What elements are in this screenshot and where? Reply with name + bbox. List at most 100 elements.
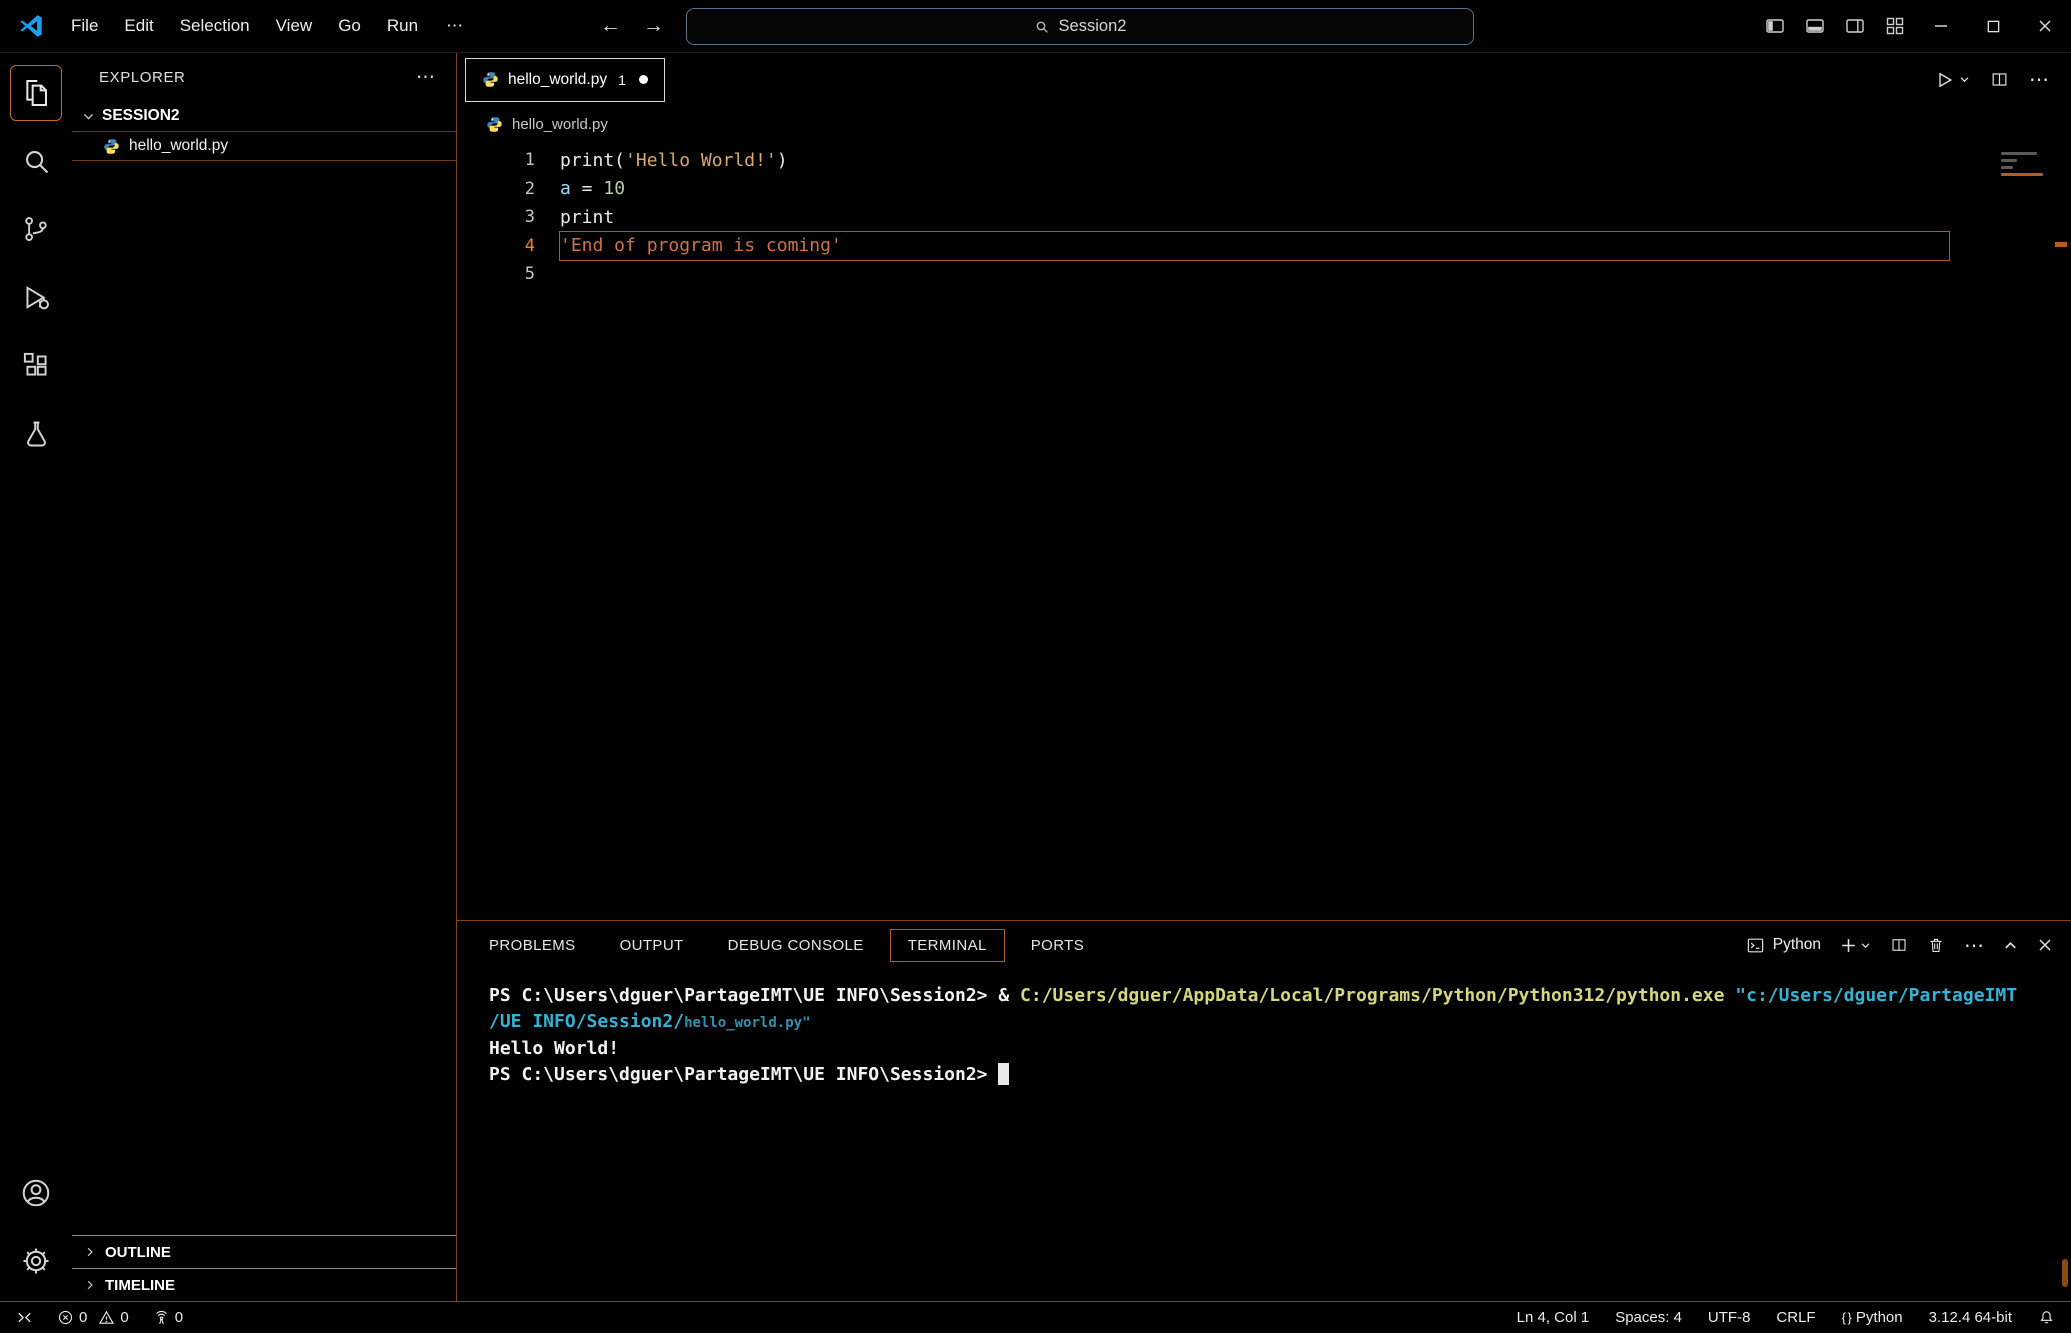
maximize-button[interactable] xyxy=(1967,0,2019,52)
command-center[interactable]: Session2 xyxy=(686,8,1474,45)
chevron-right-icon xyxy=(84,1279,96,1291)
broadcast-icon xyxy=(153,1309,170,1326)
run-python-file-button[interactable] xyxy=(1935,70,1970,90)
modified-dot-icon[interactable] xyxy=(639,75,648,84)
close-icon xyxy=(2037,937,2053,953)
minimize-button[interactable] xyxy=(1915,0,1967,52)
terminal-scrollbar[interactable] xyxy=(2062,1259,2068,1287)
indentation[interactable]: Spaces: 4 xyxy=(1615,1309,1682,1326)
folder-name: SESSION2 xyxy=(102,107,180,125)
maximize-panel-button[interactable] xyxy=(2003,938,2018,953)
bottom-panel: PROBLEMSOUTPUTDEBUG CONSOLETERMINALPORTS… xyxy=(457,920,2071,1301)
terminal-line: PS C:\Users\dguer\PartageIMT\UE INFO\Ses… xyxy=(489,1062,2059,1088)
line-number: 5 xyxy=(457,264,537,284)
file-item-hello-world[interactable]: hello_world.py xyxy=(72,131,456,161)
status-bar: 0 0 0 Ln 4, Col 1 Spaces: 4 UTF-8 CRLF {… xyxy=(0,1301,2071,1333)
python-file-icon xyxy=(482,71,499,88)
menu-view[interactable]: View xyxy=(263,10,326,42)
panel-tab-ports[interactable]: PORTS xyxy=(1013,929,1102,962)
code-editor[interactable]: 1print('Hello World!')2a = 103print4'End… xyxy=(457,142,2071,920)
activity-extensions-icon[interactable] xyxy=(10,337,62,393)
activity-source-control-icon[interactable] xyxy=(10,201,62,257)
code-line-content[interactable]: print('Hello World!') xyxy=(560,146,1949,175)
problems-indicator[interactable]: 0 0 xyxy=(57,1309,129,1326)
activity-run-debug-icon[interactable] xyxy=(10,269,62,325)
menu-file[interactable]: File xyxy=(58,10,111,42)
outline-section-header[interactable]: OUTLINE xyxy=(72,1235,456,1268)
explorer-title: EXPLORER xyxy=(99,69,186,86)
menu-go[interactable]: Go xyxy=(325,10,374,42)
terminal-line: Hello World! xyxy=(489,1036,2059,1062)
terminal-icon xyxy=(1746,936,1765,955)
close-panel-button[interactable] xyxy=(2037,937,2053,953)
bell-icon xyxy=(2038,1309,2055,1326)
terminal-line: PS C:\Users\dguer\PartageIMT\UE INFO\Ses… xyxy=(489,983,2059,1009)
new-terminal-button[interactable] xyxy=(1840,937,1871,954)
forward-button[interactable]: → xyxy=(643,14,664,38)
cursor-position[interactable]: Ln 4, Col 1 xyxy=(1517,1309,1590,1326)
menu-run[interactable]: Run xyxy=(374,10,431,42)
tab-error-badge: 1 xyxy=(618,72,626,88)
panel-tab-debug-console[interactable]: DEBUG CONSOLE xyxy=(710,929,882,962)
back-button[interactable]: ← xyxy=(600,14,621,38)
command-center-label: Session2 xyxy=(1059,17,1127,36)
activity-explorer-icon[interactable] xyxy=(10,65,62,121)
panel-more-actions-icon[interactable]: ⋯ xyxy=(1964,933,1984,958)
split-editor-button[interactable] xyxy=(1990,70,2009,89)
eol-sequence[interactable]: CRLF xyxy=(1776,1309,1815,1326)
toggle-sidebar-icon[interactable] xyxy=(1755,0,1795,52)
workbench: EXPLORER ⋯ SESSION2 hello_world.py OUTLI… xyxy=(0,53,2071,1301)
broadcast-count: 0 xyxy=(175,1309,183,1326)
terminal-profile[interactable]: Python xyxy=(1746,936,1821,955)
notifications-bell[interactable] xyxy=(2038,1309,2055,1326)
close-window-button[interactable] xyxy=(2019,0,2071,52)
panel-tab-problems[interactable]: PROBLEMS xyxy=(471,929,594,962)
split-terminal-button[interactable] xyxy=(1890,936,1908,954)
warning-icon xyxy=(98,1309,115,1326)
accounts-icon[interactable] xyxy=(10,1165,62,1221)
language-mode[interactable]: { } Python xyxy=(1842,1309,1903,1326)
timeline-section-header[interactable]: TIMELINE xyxy=(72,1268,456,1301)
remote-indicator[interactable] xyxy=(16,1309,33,1326)
breadcrumb[interactable]: hello_world.py xyxy=(457,106,2071,142)
warning-count: 0 xyxy=(120,1309,128,1326)
code-line-content[interactable]: print xyxy=(560,203,1949,232)
minimap[interactable] xyxy=(2001,152,2045,176)
status-left: 0 0 0 xyxy=(16,1309,183,1326)
code-line: 2a = 10 xyxy=(457,175,2071,204)
toggle-secondary-sidebar-icon[interactable] xyxy=(1835,0,1875,52)
encoding[interactable]: UTF-8 xyxy=(1708,1309,1751,1326)
code-line: 1 print('Hello World!') xyxy=(457,146,2071,175)
code-line: 5 xyxy=(457,260,2071,289)
settings-gear-icon[interactable] xyxy=(10,1233,62,1289)
kill-terminal-button[interactable] xyxy=(1927,936,1945,954)
panel-tab-output[interactable]: OUTPUT xyxy=(602,929,702,962)
terminal-output[interactable]: PS C:\Users\dguer\PartageIMT\UE INFO\Ses… xyxy=(457,969,2071,1301)
explorer-more-actions-icon[interactable]: ⋯ xyxy=(416,66,436,89)
status-right: Ln 4, Col 1 Spaces: 4 UTF-8 CRLF { } Pyt… xyxy=(1517,1309,2055,1326)
editor-more-actions-icon[interactable]: ⋯ xyxy=(2029,67,2049,92)
panel-tab-terminal[interactable]: TERMINAL xyxy=(890,929,1005,962)
file-name: hello_world.py xyxy=(129,137,228,155)
code-line-content[interactable]: 'End of program is coming' xyxy=(560,232,1949,261)
code-line-content[interactable]: a = 10 xyxy=(560,175,1949,204)
folder-section-header[interactable]: SESSION2 xyxy=(72,101,456,131)
tab-hello-world[interactable]: hello_world.py 1 xyxy=(465,58,665,102)
customize-layout-icon[interactable] xyxy=(1875,0,1915,52)
python-file-icon xyxy=(103,138,120,155)
code-line-content[interactable] xyxy=(560,260,1949,289)
menu-edit[interactable]: Edit xyxy=(111,10,166,42)
search-icon xyxy=(1034,19,1050,35)
ports-indicator[interactable]: 0 xyxy=(153,1309,183,1326)
explorer-empty-area xyxy=(72,161,456,1235)
line-number: 1 xyxy=(457,150,537,170)
vscode-logo-icon xyxy=(16,11,46,41)
tab-label: hello_world.py xyxy=(508,71,607,89)
activity-testing-icon[interactable] xyxy=(10,405,62,461)
python-interpreter[interactable]: 3.12.4 64-bit xyxy=(1929,1309,2012,1326)
menu-more-button[interactable]: ⋯ xyxy=(433,10,478,42)
menu-selection[interactable]: Selection xyxy=(167,10,263,42)
toggle-panel-icon[interactable] xyxy=(1795,0,1835,52)
window-controls xyxy=(1755,0,2071,52)
activity-search-icon[interactable] xyxy=(10,133,62,189)
